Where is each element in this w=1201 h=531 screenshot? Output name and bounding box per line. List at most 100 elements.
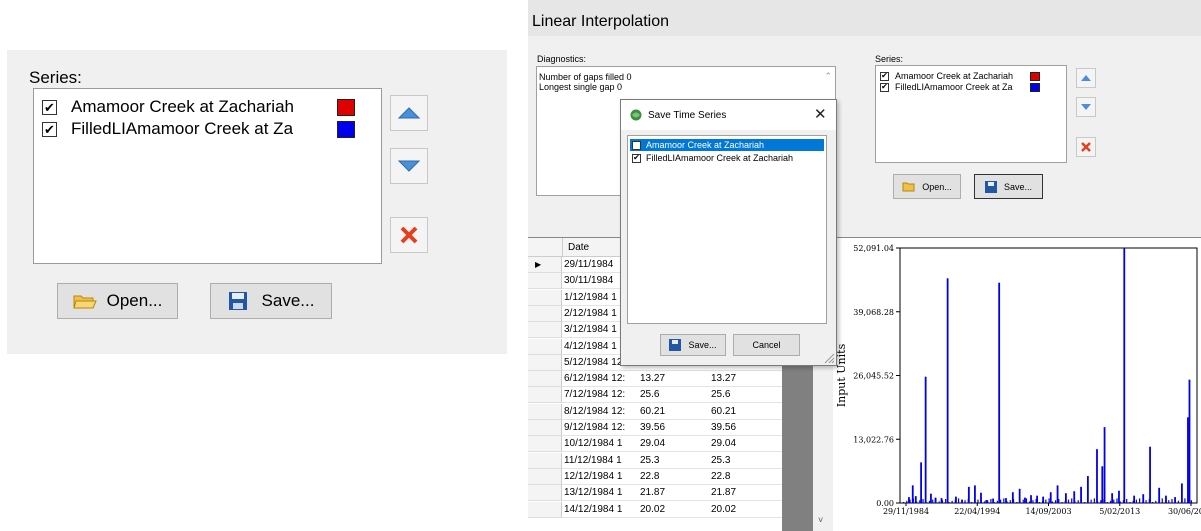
series-checkbox[interactable]: ✔ <box>880 82 889 92</box>
dialog-cancel-button[interactable]: Cancel <box>733 334 800 356</box>
row-header[interactable] <box>528 501 562 518</box>
table-row[interactable]: 7/12/1984 12: 25.6 25.6 <box>528 387 782 404</box>
table-cell[interactable]: 60.21 <box>640 406 665 417</box>
series-item[interactable]: ✔ Amamoor Creek at Zachariah <box>880 71 1040 81</box>
dialog-series-item[interactable]: Amamoor Creek at Zachariah <box>630 139 824 151</box>
series-checkbox[interactable]: ✔ <box>42 121 57 137</box>
scroll-up-icon[interactable]: ⌃ <box>824 71 832 82</box>
move-down-button-small[interactable] <box>1076 97 1096 117</box>
table-cell[interactable]: 29.04 <box>711 438 736 449</box>
dialog-series-item[interactable]: ✔ FilledLIAmamoor Creek at Zachariah <box>630 152 824 164</box>
table-cell[interactable]: 29/11/1984 <box>564 259 613 270</box>
series-item[interactable]: ✔ Amamoor Creek at Zachariah <box>42 97 355 117</box>
row-header[interactable] <box>528 273 562 290</box>
window-title: Linear Interpolation <box>532 13 669 30</box>
row-header[interactable] <box>528 322 562 339</box>
series-listbox-small[interactable]: ✔ Amamoor Creek at Zachariah ✔ FilledLIA… <box>875 65 1067 163</box>
table-cell[interactable]: 12/12/1984 1 <box>564 471 622 482</box>
table-cell[interactable]: 13.27 <box>640 373 665 384</box>
delete-series-button-small[interactable] <box>1076 137 1096 157</box>
table-row[interactable]: 11/12/1984 1 25.3 25.3 <box>528 452 782 469</box>
table-cell[interactable]: 2/12/1984 1 <box>564 308 617 319</box>
table-row[interactable]: 9/12/1984 12: 39.56 39.56 <box>528 420 782 436</box>
table-cell[interactable]: 11/12/1984 1 <box>564 455 622 466</box>
row-header[interactable] <box>528 485 562 502</box>
table-cell[interactable]: 1/12/1984 1 <box>564 292 617 303</box>
table-cell[interactable]: 10/12/1984 1 <box>564 438 622 449</box>
open-button[interactable]: Open... <box>57 283 178 319</box>
row-header[interactable] <box>528 403 562 420</box>
chart-bar <box>1086 476 1089 503</box>
row-header[interactable] <box>528 289 562 306</box>
table-cell[interactable]: 9/12/1984 12: <box>564 422 625 433</box>
table-cell[interactable]: 14/12/1984 1 <box>564 504 622 515</box>
table-cell[interactable]: 13/12/1984 1 <box>564 487 622 498</box>
row-header[interactable] <box>528 338 562 355</box>
save-button-small[interactable]: Save... <box>974 174 1043 199</box>
series-color-swatch[interactable] <box>1030 71 1040 81</box>
table-cell[interactable]: 21.87 <box>711 487 736 498</box>
series-item[interactable]: ✔ FilledLIAmamoor Creek at Za <box>42 119 355 139</box>
row-header[interactable] <box>528 452 562 469</box>
row-header[interactable] <box>528 371 562 388</box>
row-header[interactable] <box>528 305 562 322</box>
table-cell[interactable]: 13.27 <box>711 373 736 384</box>
row-header[interactable] <box>528 468 562 485</box>
table-cell[interactable]: 21.87 <box>640 487 665 498</box>
row-header[interactable] <box>528 436 562 453</box>
table-row[interactable]: 12/12/1984 1 22.8 22.8 <box>528 468 782 485</box>
series-color-swatch[interactable] <box>337 120 355 138</box>
table-cell[interactable]: 20.02 <box>711 504 736 515</box>
table-cell[interactable]: 25.6 <box>711 389 730 400</box>
table-cell[interactable]: 60.21 <box>711 406 736 417</box>
table-row[interactable]: 10/12/1984 1 29.04 29.04 <box>528 436 782 453</box>
table-cell[interactable]: 39.56 <box>711 422 736 433</box>
table-cell[interactable]: 22.8 <box>640 471 659 482</box>
table-cell[interactable]: 5/12/1984 12: <box>564 357 625 368</box>
table-cell[interactable]: 25.6 <box>640 389 659 400</box>
move-up-button[interactable] <box>390 95 428 131</box>
dialog-series-checkbox[interactable]: ✔ <box>632 153 641 163</box>
scroll-down-icon[interactable]: ˅ <box>818 515 823 525</box>
move-down-button[interactable] <box>390 148 428 184</box>
table-cell[interactable]: 6/12/1984 12: <box>564 373 625 384</box>
table-row[interactable]: 8/12/1984 12: 60.21 60.21 <box>528 403 782 420</box>
series-color-swatch[interactable] <box>337 98 355 116</box>
dialog-save-button[interactable]: Save... <box>660 334 726 356</box>
row-header[interactable] <box>528 387 562 404</box>
close-icon[interactable]: ✕ <box>814 105 827 123</box>
row-header[interactable] <box>528 420 562 436</box>
table-row[interactable]: 13/12/1984 1 21.87 21.87 <box>528 485 782 502</box>
series-item[interactable]: ✔ FilledLIAmamoor Creek at Za <box>880 82 1040 92</box>
chart-bar-baseline <box>954 499 956 503</box>
save-button[interactable]: Save... <box>210 283 332 319</box>
series-listbox[interactable]: ✔ Amamoor Creek at Zachariah ✔ FilledLIA… <box>33 88 382 264</box>
table-cell[interactable]: 30/11/1984 <box>564 275 613 286</box>
chart-bar-baseline <box>1184 498 1186 503</box>
dialog-series-list[interactable]: Amamoor Creek at Zachariah ✔ FilledLIAma… <box>627 135 827 324</box>
open-button-small[interactable]: Open... <box>893 174 961 199</box>
grid-header-date[interactable]: Date <box>568 242 589 253</box>
delete-series-button[interactable] <box>390 217 428 253</box>
row-header[interactable]: ▶ <box>528 257 562 273</box>
table-cell[interactable]: 4/12/1984 1 <box>564 341 617 352</box>
table-cell[interactable]: 3/12/1984 1 <box>564 324 617 335</box>
table-cell[interactable]: 22.8 <box>711 471 730 482</box>
table-cell[interactable]: 29.04 <box>640 438 665 449</box>
table-cell[interactable]: 39.56 <box>640 422 665 433</box>
series-checkbox[interactable]: ✔ <box>42 99 57 115</box>
table-cell[interactable]: 25.3 <box>711 455 730 466</box>
table-cell[interactable]: 25.3 <box>640 455 659 466</box>
series-checkbox[interactable]: ✔ <box>880 71 889 81</box>
dialog-series-checkbox[interactable] <box>632 140 641 150</box>
table-row[interactable]: 6/12/1984 12: 13.27 13.27 <box>528 371 782 388</box>
series-color-swatch[interactable] <box>1030 82 1040 92</box>
table-cell[interactable]: 8/12/1984 12: <box>564 406 625 417</box>
chart-bar-baseline <box>1071 498 1073 503</box>
move-up-button-small[interactable] <box>1076 68 1096 88</box>
table-cell[interactable]: 7/12/1984 12: <box>564 389 625 400</box>
table-cell[interactable]: 20.02 <box>640 504 665 515</box>
resize-grip-icon[interactable] <box>823 352 835 364</box>
table-row[interactable]: 14/12/1984 1 20.02 20.02 <box>528 501 782 518</box>
row-header[interactable] <box>528 354 562 371</box>
